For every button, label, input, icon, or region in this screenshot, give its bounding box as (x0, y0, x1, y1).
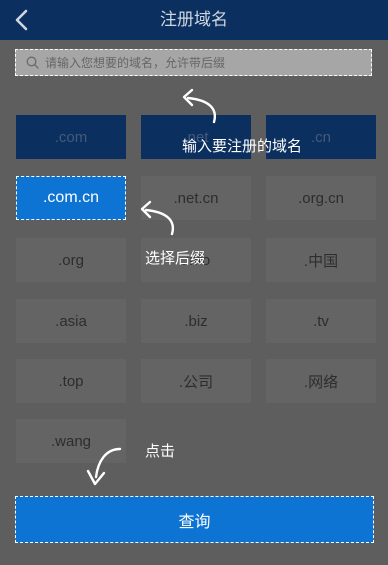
search-box[interactable] (15, 49, 372, 76)
query-button-label: 查询 (178, 513, 211, 531)
suffix-button-tv[interactable]: .tv (266, 299, 376, 343)
suffix-button-com[interactable]: .com (16, 115, 126, 159)
suffix-label: .cn (310, 128, 331, 146)
page-title: 注册域名 (160, 10, 228, 29)
suffix-button-asia[interactable]: .asia (16, 299, 126, 343)
suffix-button-org-cn[interactable]: .org.cn (266, 176, 376, 220)
curved-arrow-icon (86, 447, 122, 486)
suffix-label: .中国 (303, 252, 339, 270)
suffix-button-zhongguo[interactable]: .中国 (266, 238, 376, 282)
suffix-button-top[interactable]: .top (16, 359, 126, 403)
curved-arrow-icon (182, 88, 217, 124)
suffix-label: .com (54, 128, 88, 146)
annotation-enter-domain: 输入要注册的域名 (182, 138, 303, 155)
suffix-label: .网络 (303, 373, 339, 391)
domain-search-input[interactable] (45, 55, 365, 70)
annotation-click: 点击 (145, 443, 176, 460)
annotation-choose-suffix: 选择后缀 (145, 250, 206, 267)
curved-arrow-icon (140, 200, 175, 236)
query-button[interactable]: 查询 (15, 496, 374, 543)
suffix-button-com-cn[interactable]: .com.cn (16, 176, 126, 220)
suffix-label: .org.cn (298, 189, 344, 207)
suffix-label: .公司 (178, 373, 214, 391)
suffix-label: .top (58, 372, 84, 390)
suffix-label: .tv (313, 312, 329, 330)
suffix-label: .biz (184, 312, 208, 330)
suffix-label: .asia (55, 312, 87, 330)
search-icon (26, 56, 39, 69)
suffix-button-wangluo[interactable]: .网络 (266, 359, 376, 403)
suffix-button-biz[interactable]: .biz (141, 299, 251, 343)
suffix-button-gongsi[interactable]: .公司 (141, 359, 251, 403)
header-bar: 注册域名 (0, 0, 388, 40)
suffix-button-org[interactable]: .org (16, 238, 126, 282)
suffix-label: .org (58, 251, 84, 269)
suffix-label: .com.cn (42, 189, 99, 206)
